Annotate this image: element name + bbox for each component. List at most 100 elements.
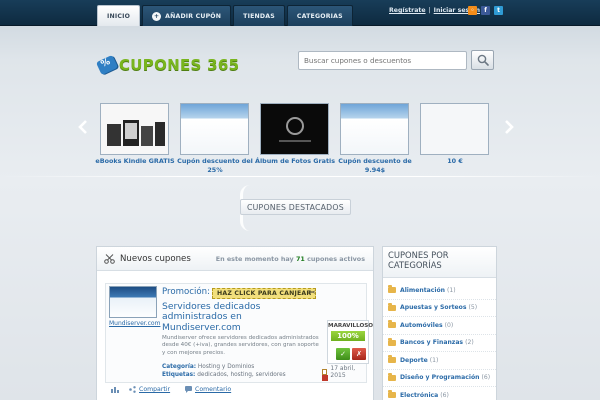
carousel-thumb-3[interactable] — [260, 103, 329, 155]
share-icon — [129, 386, 136, 393]
carousel-caption-4[interactable]: Cupón descuento de 9.94$ — [335, 157, 415, 174]
count-number: 71 — [295, 255, 305, 263]
category-count: (6) — [440, 391, 449, 399]
add-icon: + — [152, 11, 162, 21]
rating-percent: 100% — [331, 331, 365, 341]
carousel-thumb-1[interactable] — [100, 103, 169, 155]
category-count: (0) — [444, 321, 454, 329]
category-item-apuestas[interactable]: Apuestas y Sorteos (5) — [383, 300, 496, 317]
category-name: Apuestas y Sorteos — [400, 304, 467, 312]
nav-inicio[interactable]: INICIO — [97, 5, 141, 26]
category-count: (2) — [465, 339, 474, 347]
category-count: (1) — [446, 286, 456, 294]
tags-label: Etiquetas: — [162, 371, 196, 378]
sidebar-title: CUPONES POR CATEGORÍAS — [383, 247, 496, 278]
register-link[interactable]: Regístrate — [389, 7, 426, 14]
folder-icon — [388, 320, 396, 329]
folder-icon — [388, 285, 396, 294]
category-list: Alimentación (1) Apuestas y Sorteos (5) Au… — [383, 278, 496, 400]
carousel-caption-1[interactable]: eBooks Kindle GRATIS — [95, 157, 175, 166]
logo-text: CUPONES 365 — [119, 56, 240, 74]
category-item-alimentacion[interactable]: Alimentación (1) — [383, 282, 496, 300]
twitter-icon[interactable]: t — [494, 6, 503, 15]
nav-tiendas[interactable]: TIENDAS — [233, 5, 285, 26]
stats-icon — [111, 387, 119, 393]
category-value[interactable]: Hosting y Dominios — [198, 364, 254, 370]
carousel-thumb-2[interactable] — [180, 103, 249, 155]
top-navigation-bar: INICIO + AÑADIR CUPÓN TIENDAS CATEGORIAS … — [0, 0, 600, 26]
gift-icon — [322, 375, 328, 381]
carousel-caption-5[interactable]: 10 € — [415, 157, 495, 166]
tags-value[interactable]: dedicados, hosting, servidores — [197, 372, 285, 378]
chevron-right-icon — [505, 120, 514, 134]
search-icon — [477, 54, 489, 66]
category-item-deporte[interactable]: Deporte (1) — [383, 352, 496, 370]
coupon-card: Mundiserver.com Promoción: HAZ CLICK PAR… — [105, 283, 374, 383]
category-name: Bancos y Finanzas — [400, 339, 464, 347]
share-link[interactable]: Compartir — [139, 386, 170, 393]
cut-icon: ✂ — [309, 288, 316, 297]
search-button[interactable] — [471, 50, 494, 70]
main-nav: INICIO + AÑADIR CUPÓN TIENDAS CATEGORIAS — [97, 5, 355, 26]
rating-label: MARAVILLOSO — [328, 323, 374, 329]
category-name: Deporte — [400, 356, 428, 364]
user-links: Regístrate | Iniciar sesión — [389, 7, 480, 14]
site-logo[interactable]: CUPONES 365 — [95, 54, 240, 76]
coupon-description: Mundiserver ofrece servidores dedicados … — [162, 335, 319, 356]
folder-icon — [388, 355, 396, 364]
nav-anadir-cupon[interactable]: + AÑADIR CUPÓN — [142, 5, 232, 26]
vote-down-button[interactable]: ✗ — [352, 348, 366, 360]
comment-link[interactable]: Comentario — [195, 386, 231, 393]
carousel-next-button[interactable] — [502, 117, 516, 137]
coupon-store-link[interactable]: Mundiserver.com — [109, 320, 160, 327]
featured-coupons-label: CUPONES DESTACADOS — [240, 199, 351, 215]
carousel-prev-button[interactable] — [76, 117, 90, 137]
folder-icon — [388, 302, 396, 311]
search-input[interactable] — [298, 51, 467, 70]
nav-categorias-label: CATEGORIAS — [296, 12, 343, 20]
rss-icon[interactable]: ◦ — [468, 6, 477, 15]
coupon-promo-label: Promoción: — [162, 287, 210, 297]
coupon-meta: Categoría: Hosting y Dominios Etiquetas:… — [162, 364, 286, 379]
category-item-electronica[interactable]: Electrónica (6) — [383, 387, 496, 400]
category-name: Alimentación — [400, 286, 445, 294]
category-label: Categoría: — [162, 364, 197, 370]
category-count: (6) — [481, 374, 491, 382]
kindle-devices-image — [107, 120, 165, 146]
folder-icon — [388, 372, 396, 381]
folder-icon — [388, 390, 396, 399]
social-icons: ◦ f t — [468, 6, 503, 15]
comment-icon — [185, 386, 192, 393]
tag-icon — [95, 54, 119, 76]
nav-anadir-cupon-label: AÑADIR CUPÓN — [165, 12, 222, 20]
coupon-rating: MARAVILLOSO 100% ✓ ✗ — [327, 320, 374, 364]
coupon-title[interactable]: Servidores dedicados administrados en Mu… — [162, 301, 312, 333]
category-name: Electrónica — [400, 391, 439, 399]
folder-icon — [388, 337, 396, 346]
carousel-caption-3[interactable]: Álbum de Fotos Gratis — [255, 157, 335, 166]
coupon-store-image[interactable] — [109, 286, 157, 318]
user-links-separator: | — [428, 7, 431, 14]
scissors-icon — [104, 253, 115, 264]
category-name: Diseño y Programación — [400, 374, 480, 382]
category-item-bancos[interactable]: Bancos y Finanzas (2) — [383, 335, 496, 352]
category-item-automoviles[interactable]: Automóviles (0) — [383, 317, 496, 335]
wordpress-image — [279, 117, 311, 142]
carousel-thumb-5[interactable] — [420, 103, 489, 155]
coupon-date-text: 17 abril, 2015 — [330, 365, 356, 379]
coupon-date: 17 abril, 2015 — [322, 365, 366, 379]
coupon-footer: Compartir Comentario — [105, 384, 367, 396]
category-item-diseno[interactable]: Diseño y Programación (6) — [383, 370, 496, 387]
facebook-icon[interactable]: f — [481, 6, 490, 15]
carousel-caption-2[interactable]: Cupón descuento del 25% — [175, 157, 255, 174]
new-coupons-header: Nuevos cupones En este momento hay 71 cu… — [97, 247, 373, 271]
active-coupons-count: En este momento hay 71 cupones activos — [216, 255, 365, 263]
nav-inicio-label: INICIO — [107, 12, 131, 20]
categories-sidebar: CUPONES POR CATEGORÍAS Alimentación (1) A… — [382, 246, 497, 400]
carousel-thumb-4[interactable] — [340, 103, 409, 155]
redeem-coupon-button[interactable]: HAZ CLICK PARA CANJEAR — [212, 288, 317, 299]
section-divider — [0, 176, 600, 177]
vote-up-button[interactable]: ✓ — [336, 348, 350, 360]
nav-categorias[interactable]: CATEGORIAS — [286, 5, 353, 26]
count-prefix: En este momento hay — [215, 255, 294, 263]
